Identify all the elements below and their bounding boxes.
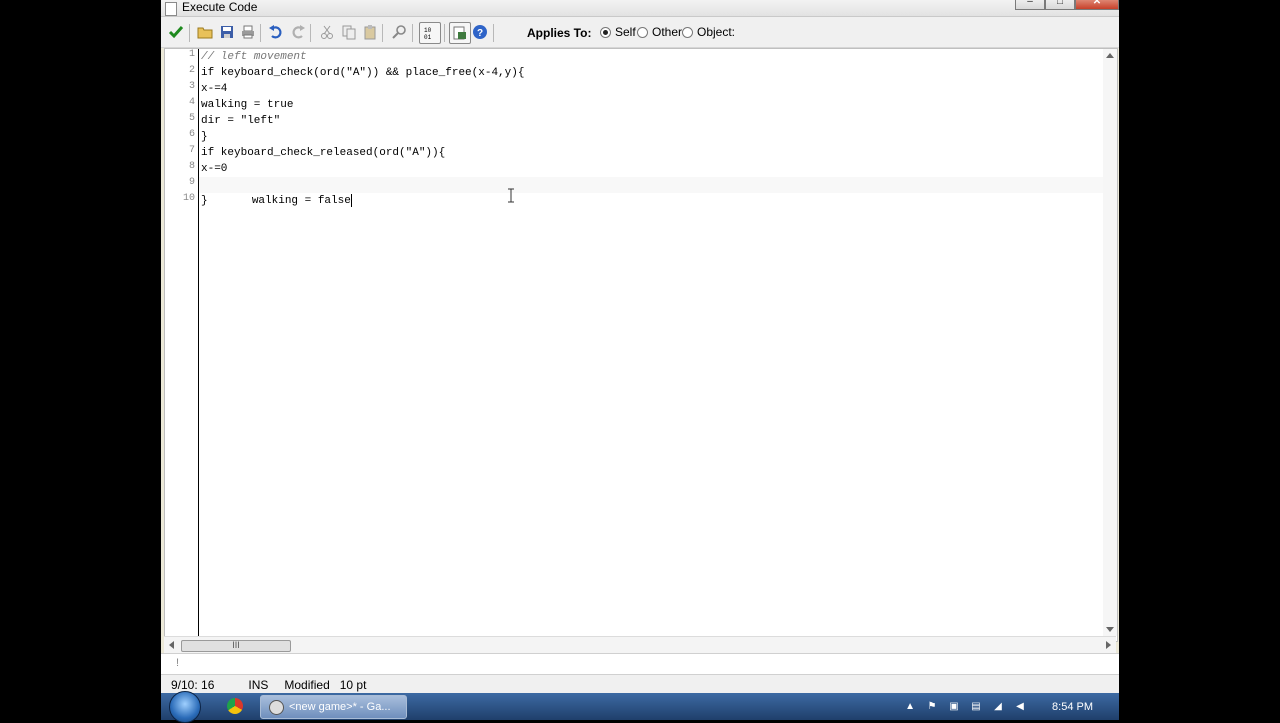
line-number: 1: [188, 49, 195, 60]
title-bar: Execute Code – □ ✕: [161, 0, 1119, 17]
svg-text:01: 01: [424, 34, 432, 40]
system-tray: ▲ ⚑ ▣ ▤ ◢ ◀ 8:54 PM: [894, 693, 1119, 720]
toolbar-separator: [444, 24, 445, 42]
taskbar-task-game[interactable]: <new game>* - Ga...: [260, 695, 407, 719]
other-label: Other: [652, 25, 683, 39]
line-number: 3: [188, 81, 195, 92]
find-icon[interactable]: [390, 23, 408, 41]
network-icon[interactable]: ▤: [970, 701, 982, 713]
toolbar-separator: [260, 24, 261, 42]
line-number: 7: [188, 145, 195, 156]
svg-text:10: 10: [424, 27, 432, 34]
applies-to-self-radio[interactable]: Self: [600, 25, 636, 39]
horizontal-scrollbar[interactable]: III: [164, 636, 1116, 653]
toolbar-separator: [493, 24, 494, 42]
line-number: 10: [182, 193, 195, 204]
text-caret: [350, 193, 352, 207]
code-editor[interactable]: 1 2 3 4 5 6 7 8 9 10 // left movement if…: [164, 48, 1118, 642]
task-label: <new game>* - Ga...: [289, 701, 391, 713]
window-title: Execute Code: [182, 0, 258, 14]
code-line[interactable]: dir = "left": [201, 113, 280, 129]
goto-line-icon[interactable]: 10 01: [419, 22, 441, 44]
paste-icon[interactable]: [361, 23, 379, 41]
save-disk-icon[interactable]: [218, 23, 236, 41]
object-label: Object:: [697, 25, 736, 39]
code-text-area[interactable]: // left movement if keyboard_check(ord("…: [199, 49, 1103, 636]
apply-checkmark-icon[interactable]: [167, 23, 185, 41]
radio-dot-icon: [637, 26, 648, 38]
code-line[interactable]: if keyboard_check_released(ord("A")){: [201, 145, 445, 161]
insert-mode: INS: [248, 677, 269, 692]
toolbar-separator: [189, 24, 190, 42]
code-options-icon[interactable]: [449, 22, 471, 44]
volume-icon[interactable]: ◀: [1014, 701, 1026, 713]
line-number-gutter: 1 2 3 4 5 6 7 8 9 10: [165, 49, 199, 636]
undo-icon[interactable]: [267, 23, 285, 41]
line-number: 6: [188, 129, 195, 140]
toolbar: 10 01 ? Applies To: Self Other Object:: [161, 17, 1119, 48]
document-icon: [165, 2, 177, 16]
code-line[interactable]: }: [201, 193, 208, 209]
execute-code-window: Execute Code – □ ✕ 10 01 ? Applies To: S…: [161, 0, 1119, 694]
code-line[interactable]: x-=4: [201, 81, 227, 97]
modified-state: Modified: [284, 677, 330, 692]
vertical-scrollbar[interactable]: [1103, 49, 1117, 636]
cursor-position: 9/10: 16: [171, 677, 215, 692]
line-number: 8: [188, 161, 195, 172]
help-icon[interactable]: ?: [471, 23, 489, 41]
signal-icon[interactable]: ◢: [992, 701, 1004, 713]
start-button[interactable]: [169, 691, 201, 723]
redo-icon[interactable]: [289, 23, 307, 41]
font-size-indicator: 10 pt: [339, 677, 367, 692]
toolbar-separator: [412, 24, 413, 42]
flag-icon[interactable]: ⚑: [926, 701, 938, 713]
code-line-text: walking = false: [251, 195, 351, 207]
copy-icon[interactable]: [340, 23, 358, 41]
game-maker-icon: [269, 700, 284, 715]
scroll-left-arrow-icon[interactable]: [169, 641, 174, 649]
text-cursor-icon: [508, 188, 514, 203]
status-bar: 9/10: 16 INS Modified 10 pt: [161, 674, 1119, 694]
scroll-right-arrow-icon[interactable]: [1106, 641, 1111, 649]
svg-text:?: ?: [477, 28, 483, 39]
toolbar-separator: [310, 24, 311, 42]
line-number: 5: [188, 113, 195, 124]
code-line[interactable]: // left movement: [201, 49, 307, 65]
code-line[interactable]: if keyboard_check(ord("A")) && place_fre…: [201, 65, 524, 81]
code-line[interactable]: walking = true: [201, 97, 293, 113]
applies-to-object-radio[interactable]: Object:: [682, 25, 735, 39]
taskbar: <new game>* - Ga... ▲ ⚑ ▣ ▤ ◢ ◀ 8:54 PM: [161, 691, 1119, 723]
applies-to-label: Applies To:: [527, 26, 592, 40]
chrome-icon[interactable]: [227, 698, 243, 714]
toolbar-separator: [382, 24, 383, 42]
clock[interactable]: 8:54 PM: [1052, 701, 1093, 713]
radio-dot-icon: [682, 26, 693, 38]
self-label: Self: [615, 25, 636, 39]
line-number: 9: [188, 177, 195, 188]
open-folder-icon[interactable]: [196, 23, 214, 41]
minimize-button[interactable]: –: [1015, 0, 1045, 10]
code-line[interactable]: }: [201, 129, 208, 145]
info-bar: !: [161, 653, 1119, 674]
scroll-down-arrow-icon[interactable]: [1106, 627, 1114, 632]
close-button[interactable]: ✕: [1075, 0, 1119, 10]
scroll-up-arrow-icon[interactable]: [1106, 53, 1114, 58]
cut-icon[interactable]: [318, 23, 336, 41]
code-line[interactable]: x-=0: [201, 161, 227, 177]
line-number: 2: [188, 65, 195, 76]
device-icon[interactable]: ▣: [948, 701, 960, 713]
print-icon[interactable]: [239, 23, 257, 41]
window-controls: – □ ✕: [1015, 0, 1119, 10]
info-marker: !: [176, 657, 180, 669]
radio-dot-icon: [600, 26, 611, 38]
scrollbar-thumb[interactable]: III: [181, 640, 291, 652]
current-code-line[interactable]: walking = false: [199, 177, 1103, 207]
maximize-button[interactable]: □: [1045, 0, 1075, 10]
line-number: 4: [188, 97, 195, 108]
show-hidden-icons-arrow-icon[interactable]: ▲: [904, 701, 916, 713]
applies-to-other-radio[interactable]: Other: [637, 25, 682, 39]
